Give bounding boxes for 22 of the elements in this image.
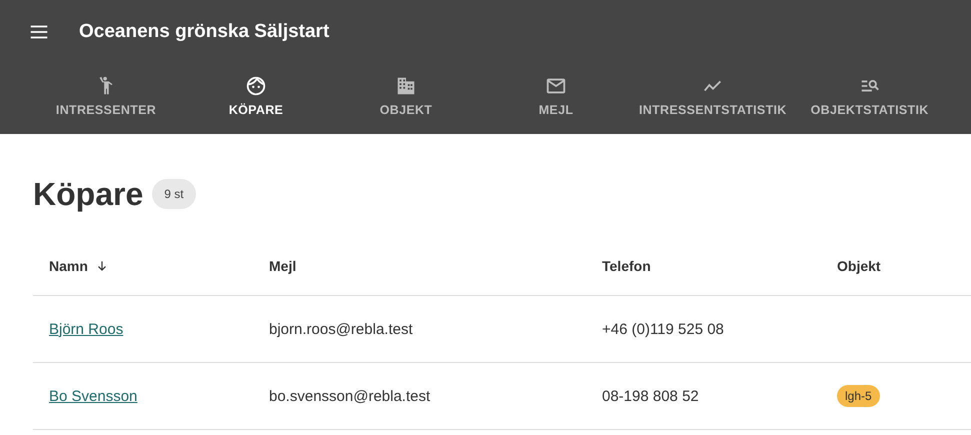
tab[interactable]: INTRESSENTSTATISTIK: [631, 64, 795, 134]
column-header: Objekt: [821, 236, 971, 296]
column-header: Mejl: [253, 236, 586, 296]
table-cell: bo.svensson@rebla.test: [253, 362, 586, 430]
name-link[interactable]: Björn Roos: [49, 320, 124, 338]
column-header: Telefon: [586, 236, 821, 296]
count-badge: 9 st: [152, 179, 196, 209]
tab[interactable]: OBJEKTSTATISTIK: [794, 64, 945, 134]
tab[interactable]: MEJL: [481, 64, 631, 134]
tab[interactable]: OBJEKT: [331, 64, 481, 134]
tab[interactable]: KÖPARE: [181, 64, 331, 134]
app-title: Oceanens grönska Säljstart: [79, 21, 330, 43]
building-icon: [395, 75, 417, 97]
object-tag: lgh-5: [837, 385, 880, 407]
page-heading: Köpare: [33, 174, 144, 212]
column-header[interactable]: Namn: [49, 258, 88, 274]
table-cell: 08-198 808 52: [586, 362, 821, 430]
table-cell: +46 (0)119 525 08: [586, 296, 821, 362]
tab[interactable]: INTRESSENTER: [31, 64, 181, 134]
name-link[interactable]: Bo Svensson: [49, 388, 138, 404]
face-icon: [245, 75, 267, 97]
table-cell: bjorn.roos@rebla.test: [253, 296, 586, 362]
